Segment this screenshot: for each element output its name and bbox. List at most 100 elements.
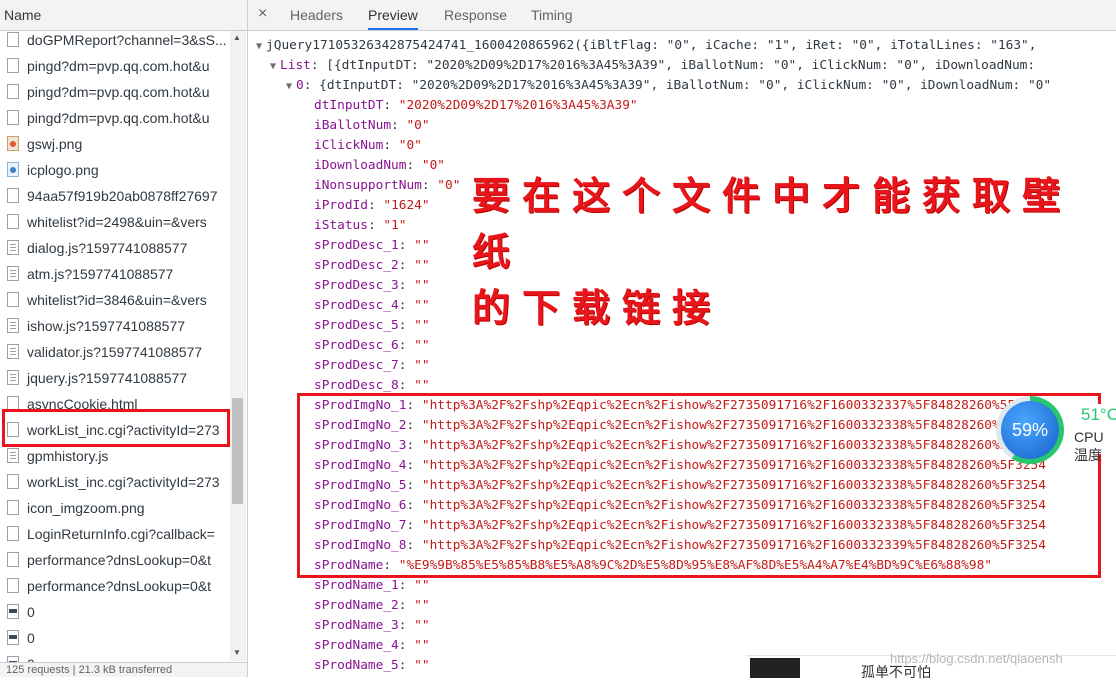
- watermark: https://blog.csdn.net/qiaoensh: [890, 651, 1063, 666]
- scroll-down-icon[interactable]: ▼: [233, 648, 241, 657]
- json-string-value: "0": [437, 178, 461, 193]
- json-key: sProdDesc_5: [314, 318, 399, 333]
- request-name: 0: [27, 630, 35, 646]
- json-text: :: [398, 298, 415, 313]
- json-preview: ▼ jQuery17105326342875424741_160042086596…: [248, 31, 1116, 677]
- json-line: sProdName_2: "": [314, 596, 430, 616]
- request-row[interactable]: performance?dnsLookup=0&t: [0, 547, 228, 573]
- image-icon: [7, 136, 19, 151]
- request-row[interactable]: pingd?dm=pvp.qq.com.hot&u: [0, 79, 228, 105]
- request-name: atm.js?1597741088577: [27, 266, 174, 282]
- document-icon: [7, 526, 19, 541]
- document-icon: [7, 500, 19, 515]
- json-text: :: [398, 638, 415, 653]
- request-row[interactable]: pingd?dm=pvp.qq.com.hot&u: [0, 105, 228, 131]
- script-icon: [7, 266, 19, 281]
- json-key: sProdName_5: [314, 658, 399, 673]
- request-name: 0: [27, 604, 35, 620]
- json-key: sProdName_2: [314, 598, 399, 613]
- json-text: :: [398, 578, 415, 593]
- json-string-value: "": [414, 598, 430, 613]
- json-text: :: [406, 158, 422, 173]
- json-key: sProdDesc_7: [314, 358, 399, 373]
- json-string-value: "": [414, 258, 430, 273]
- json-text: :: [398, 258, 415, 273]
- scroll-up-icon[interactable]: ▲: [233, 33, 241, 42]
- json-string-value: "1624": [383, 198, 430, 213]
- json-string-value: "": [414, 578, 430, 593]
- json-key: dtInputDT: [314, 98, 384, 113]
- json-line: iNonsupportNum: "0": [314, 176, 460, 196]
- json-line: sProdDesc_1: "": [314, 236, 430, 256]
- request-row[interactable]: doGPMReport?channel=3&sS...: [0, 27, 228, 53]
- request-name: 94aa57f919b20ab0878ff27697: [27, 188, 218, 204]
- request-row[interactable]: validator.js?1597741088577: [0, 339, 228, 365]
- json-line[interactable]: ▼ 0: {dtInputDT: "2020%2D09%2D17%2016%3A4…: [286, 76, 1051, 96]
- json-line[interactable]: ▼ jQuery17105326342875424741_160042086596…: [256, 36, 1036, 56]
- request-name: gswj.png: [27, 136, 83, 152]
- json-string-value: "": [414, 358, 430, 373]
- request-row[interactable]: 0: [0, 599, 228, 625]
- document-icon: [7, 552, 19, 567]
- request-row[interactable]: LoginReturnInfo.cgi?callback=: [0, 521, 228, 547]
- json-line: sProdDesc_5: "": [314, 316, 430, 336]
- request-row[interactable]: ishow.js?1597741088577: [0, 313, 228, 339]
- cpu-usage-percent: 59%: [1001, 401, 1059, 459]
- request-list-scrollbar[interactable]: [230, 31, 246, 661]
- tab-response[interactable]: Response: [444, 0, 507, 30]
- json-string-value: "": [414, 658, 430, 673]
- json-line: iClickNum: "0": [314, 136, 422, 156]
- json-line: iBallotNum: "0": [314, 116, 430, 136]
- json-key: iNonsupportNum: [314, 178, 422, 193]
- request-row[interactable]: dialog.js?1597741088577: [0, 235, 228, 261]
- scrollbar-thumb[interactable]: [232, 398, 243, 504]
- script-icon: [7, 318, 19, 333]
- request-row[interactable]: icon_imgzoom.png: [0, 495, 228, 521]
- close-icon[interactable]: ×: [258, 5, 267, 23]
- json-line: sProdDesc_3: "": [314, 276, 430, 296]
- request-row[interactable]: 94aa57f919b20ab0878ff27697: [0, 183, 228, 209]
- tab-headers[interactable]: Headers: [290, 0, 343, 30]
- json-string-value: "0": [406, 118, 430, 133]
- json-key: sProdDesc_8: [314, 378, 399, 393]
- json-key: sProdName_3: [314, 618, 399, 633]
- request-name: doGPMReport?channel=3&sS...: [27, 32, 227, 48]
- cpu-monitor-widget[interactable]: 59% 51°C CPU温度: [996, 396, 1116, 466]
- document-icon: [7, 84, 19, 99]
- json-key: sProdDesc_1: [314, 238, 399, 253]
- json-line: iDownloadNum: "0": [314, 156, 445, 176]
- request-name: whitelist?id=3846&uin=&vers: [27, 292, 207, 308]
- json-text: :: [398, 318, 415, 333]
- request-row[interactable]: whitelist?id=3846&uin=&vers: [0, 287, 228, 313]
- request-name: icon_imgzoom.png: [27, 500, 145, 516]
- request-row[interactable]: workList_inc.cgi?activityId=273: [0, 469, 228, 495]
- request-row[interactable]: icplogo.png: [0, 157, 228, 183]
- json-line[interactable]: ▼ List: [{dtInputDT: "2020%2D09%2D17%2016…: [270, 56, 1035, 76]
- request-row[interactable]: 0: [0, 625, 228, 651]
- document-icon: [7, 474, 19, 489]
- script-icon: [7, 370, 19, 385]
- json-string-value: "": [414, 318, 430, 333]
- request-name: dialog.js?1597741088577: [27, 240, 188, 256]
- json-key: List: [280, 58, 311, 73]
- tab-timing[interactable]: Timing: [531, 0, 573, 30]
- request-name: pingd?dm=pvp.qq.com.hot&u: [27, 84, 210, 100]
- json-line: sProdDesc_6: "": [314, 336, 430, 356]
- annotation-line-2: 的下载链接: [472, 285, 723, 330]
- request-row[interactable]: whitelist?id=2498&uin=&vers: [0, 209, 228, 235]
- expand-triangle-icon[interactable]: ▼: [270, 61, 276, 72]
- json-string-value: "2020%2D09%2D17%2016%3A45%3A39": [398, 98, 638, 113]
- request-list-panel: Name doGPMReport?channel=3&sS... pingd?dm…: [0, 0, 248, 677]
- expand-triangle-icon[interactable]: ▼: [286, 81, 292, 92]
- request-row[interactable]: jquery.js?1597741088577: [0, 365, 228, 391]
- request-row[interactable]: pingd?dm=pvp.qq.com.hot&u: [0, 53, 228, 79]
- expand-triangle-icon[interactable]: ▼: [256, 41, 262, 52]
- request-row[interactable]: atm.js?1597741088577: [0, 261, 228, 287]
- request-name: performance?dnsLookup=0&t: [27, 578, 212, 594]
- tab-preview[interactable]: Preview: [368, 0, 418, 30]
- json-string-value: "": [414, 238, 430, 253]
- request-row[interactable]: performance?dnsLookup=0&t: [0, 573, 228, 599]
- document-icon: [7, 110, 19, 125]
- request-row[interactable]: gswj.png: [0, 131, 228, 157]
- json-string-value: "0": [398, 138, 422, 153]
